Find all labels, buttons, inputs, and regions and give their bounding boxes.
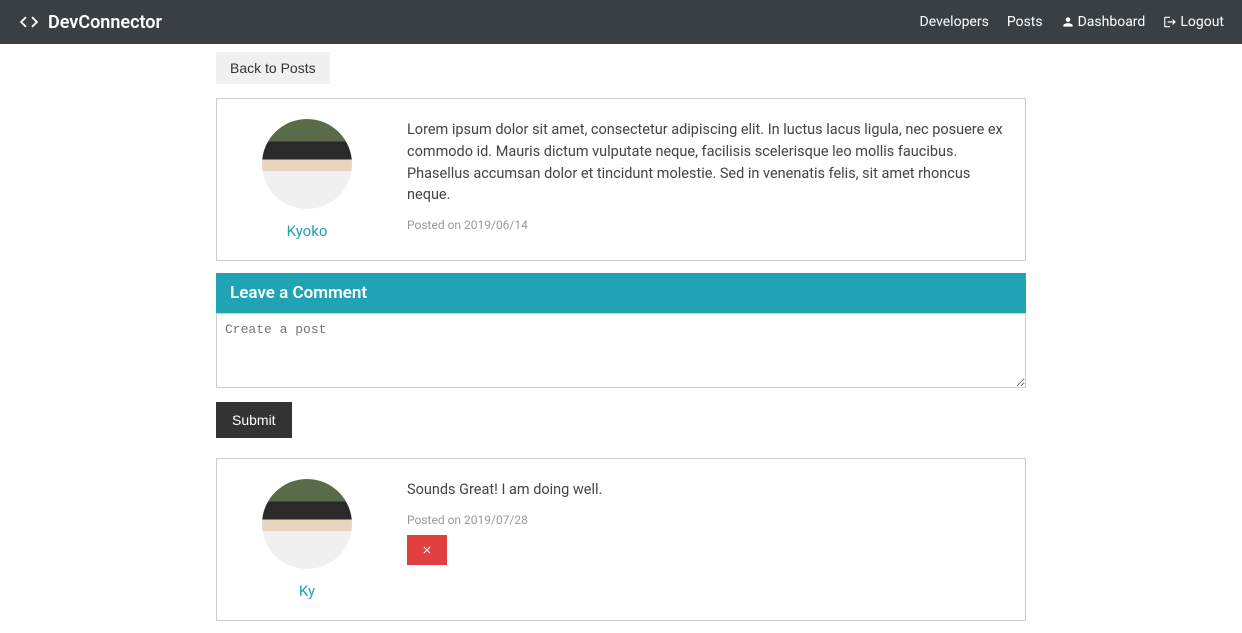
back-to-posts-button[interactable]: Back to Posts: [216, 52, 330, 84]
comment-textarea[interactable]: [216, 313, 1026, 388]
brand-text: DevConnector: [48, 12, 162, 33]
delete-comment-button[interactable]: [407, 535, 447, 565]
comment-date: Posted on 2019/07/28: [407, 513, 1005, 527]
post-date: Posted on 2019/06/14: [407, 218, 1005, 232]
close-icon: [421, 544, 433, 556]
post-text: Lorem ipsum dolor sit amet, consectetur …: [407, 119, 1005, 206]
comment-author-link[interactable]: Ky: [299, 582, 315, 600]
navbar-links: Developers Posts Dashboard Logout: [920, 14, 1224, 30]
main-container: Back to Posts Kyoko Lorem ipsum dolor si…: [206, 44, 1036, 621]
nav-logout[interactable]: Logout: [1163, 14, 1224, 30]
nav-dashboard[interactable]: Dashboard: [1061, 14, 1146, 30]
nav-logout-label: Logout: [1180, 14, 1224, 30]
post-body: Lorem ipsum dolor sit amet, consectetur …: [407, 119, 1005, 240]
comment-body: Sounds Great! I am doing well. Posted on…: [407, 479, 1005, 600]
code-icon: [18, 11, 40, 33]
author-name-link[interactable]: Kyoko: [287, 222, 328, 240]
nav-posts[interactable]: Posts: [1007, 14, 1043, 30]
avatar[interactable]: [262, 479, 352, 569]
comment-author: Ky: [237, 479, 377, 600]
brand[interactable]: DevConnector: [18, 11, 162, 33]
comment-header: Leave a Comment: [216, 273, 1026, 313]
comment-text: Sounds Great! I am doing well.: [407, 479, 1005, 501]
submit-button[interactable]: Submit: [216, 402, 292, 438]
navbar: DevConnector Developers Posts Dashboard …: [0, 0, 1242, 44]
comment-card: Ky Sounds Great! I am doing well. Posted…: [216, 458, 1026, 621]
post-author: Kyoko: [237, 119, 377, 240]
nav-dashboard-label: Dashboard: [1078, 14, 1146, 30]
post-card: Kyoko Lorem ipsum dolor sit amet, consec…: [216, 98, 1026, 261]
logout-icon: [1163, 15, 1177, 29]
avatar[interactable]: [262, 119, 352, 209]
nav-developers[interactable]: Developers: [920, 14, 989, 30]
user-icon: [1061, 15, 1075, 29]
